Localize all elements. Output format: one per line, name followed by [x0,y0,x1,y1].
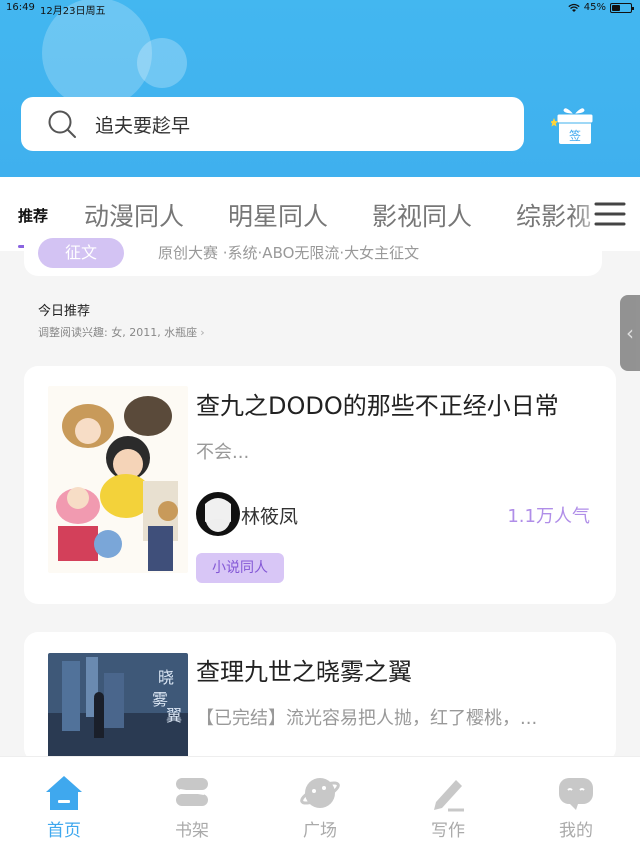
checkin-label: 签 [569,128,581,143]
nav-write[interactable]: 写作 [408,757,488,853]
nav-mine-label: 我的 [559,821,593,841]
book-cover-image [48,386,188,573]
decor-bubble [137,38,187,88]
search-placeholder: 追夫要趁早 [95,114,191,137]
bottom-nav: 首页 书架 广场 写作 我的 [0,756,640,853]
svg-text:翼: 翼 [166,706,182,725]
home-icon [46,776,82,810]
chevron-left-icon: ‹ [626,321,634,345]
banner-tag: 征文 [38,238,124,268]
status-time: 16:49 [6,2,35,13]
author-avatar[interactable] [196,492,240,536]
book-description: 【已完结】流光容易把人抛，红了樱桃，... [196,708,538,729]
book-title[interactable]: 查理九世之晓雾之翼 [196,652,412,687]
nav-home-label: 首页 [47,821,81,841]
battery-percent: 45% [583,2,606,13]
nav-home[interactable]: 首页 [24,757,104,853]
checkin-gift-icon[interactable]: 签 [551,102,597,148]
nav-square[interactable]: 广场 [280,757,360,853]
nav-write-label: 写作 [431,821,465,841]
planet-icon [300,778,340,808]
tab-recommend[interactable]: 推荐 [18,205,48,226]
status-right: 45% [568,2,634,13]
pen-icon [434,780,464,812]
header: 16:49 12月23日周五 45% 追夫要趁早 签 [0,0,640,177]
side-drawer-handle[interactable]: ‹ [620,295,640,371]
search-input[interactable]: 追夫要趁早 [21,97,524,151]
contest-banner[interactable]: 征文 原创大赛 ·系统·ABO无限流·大女主征文 [24,232,602,276]
status-bar: 16:49 12月23日周五 45% [0,0,640,18]
author-name[interactable]: 林筱凤 [241,502,298,529]
chevron-right-icon: › [200,325,205,339]
svg-text:晓: 晓 [158,668,174,687]
genre-tag[interactable]: 小说同人 [196,553,284,583]
battery-icon [610,2,634,13]
popularity-count: 1.1万人气 [507,506,590,527]
tab-film-fanfic[interactable]: 影视同人 [372,197,472,233]
nav-mine[interactable]: 我的 [536,757,616,853]
reading-interest-link[interactable]: 调整阅读兴趣: 女, 2011, 水瓶座 › [38,324,205,340]
book-title[interactable]: 查九之DODO的那些不正经小日常 [196,386,559,421]
nav-square-label: 广场 [303,821,337,841]
nav-bookshelf[interactable]: 书架 [152,757,232,853]
battery-fill [612,4,621,11]
tab-anime-fanfic[interactable]: 动漫同人 [84,197,184,233]
wifi-icon [568,3,580,12]
book-cover-image: 晓 雾 翼 [48,653,188,762]
book-description: 不会... [196,442,250,463]
book-card[interactable]: 查九之DODO的那些不正经小日常 不会... 林筱凤 1.1万人气 小说同人 [24,366,616,604]
book-card[interactable]: 晓 雾 翼 查理九世之晓雾之翼 【已完结】流光容易把人抛，红了樱桃，... [24,632,616,762]
status-date: 12月23日周五 [40,6,106,17]
search-icon [48,110,76,138]
tab-celebrity-fanfic[interactable]: 明星同人 [228,197,328,233]
menu-icon[interactable] [594,200,626,228]
chat-bubble-icon [559,778,593,810]
section-subtitle: 调整阅读兴趣: 女, 2011, 水瓶座 [38,326,198,339]
banner-text: 原创大赛 ·系统·ABO无限流·大女主征文 [158,244,420,262]
section-title: 今日推荐 [38,304,91,319]
nav-bookshelf-label: 书架 [175,821,209,841]
bookshelf-icon [176,778,208,806]
